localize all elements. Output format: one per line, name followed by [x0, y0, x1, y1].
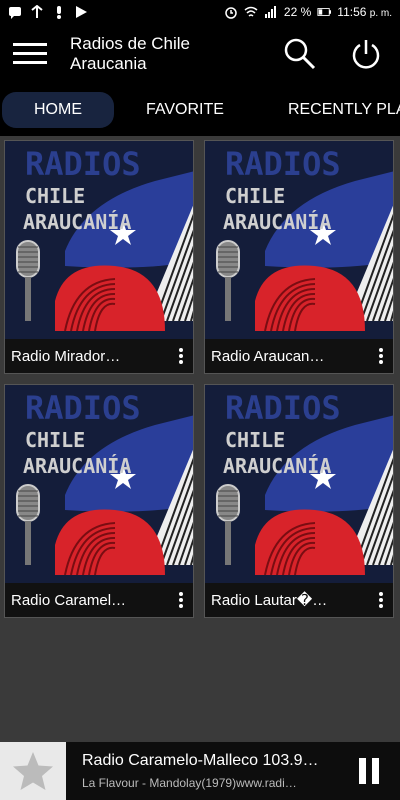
artwork-text-chile: CHILE	[225, 184, 285, 208]
artwork-text-radios: RADIOS	[225, 145, 341, 183]
clock: 11:56 p. m.	[337, 5, 392, 19]
play-store-icon	[74, 5, 88, 19]
now-playing-title: Radio Caramelo-Malleco 103.9…	[82, 752, 319, 769]
more-vert-icon	[379, 592, 383, 608]
alarm-icon	[224, 5, 238, 19]
menu-button[interactable]	[0, 24, 60, 84]
station-card[interactable]: RADIOS CHILE ARAUCANÍA Radio Lautar�…	[204, 384, 394, 618]
station-artwork: RADIOSCHILEARAUCANÍA	[5, 141, 193, 341]
transfer-icon	[30, 5, 44, 19]
station-card[interactable]: RADIOS CHILE ARAUCANÍA Radio Mirador…	[4, 140, 194, 374]
more-vert-icon	[179, 348, 183, 364]
tab-home[interactable]: HOME	[2, 92, 114, 128]
station-caption: Radio Mirador…	[5, 339, 193, 373]
artwork-text-chile: CHILE	[225, 428, 285, 452]
artwork-text-chile: CHILE	[25, 428, 85, 452]
more-options-button[interactable]	[167, 342, 193, 370]
app-bar: Radios de Chile Araucania	[0, 24, 400, 84]
tab-bar: HOME FAVORITE RECENTLY PLAYED	[0, 84, 400, 136]
station-name: Radio Araucan…	[211, 347, 325, 365]
search-icon	[284, 38, 316, 70]
station-card[interactable]: RADIOS CHILE ARAUCANÍA Radio Araucan…	[204, 140, 394, 374]
message-icon	[8, 5, 22, 19]
clock-ampm: p. m.	[369, 8, 392, 19]
page-title: Radios de Chile Araucania	[70, 34, 270, 74]
alert-icon	[52, 5, 66, 19]
artwork-text-araucania: ARAUCANÍA	[223, 210, 331, 234]
more-options-button[interactable]	[367, 342, 393, 370]
page-title-line2: Araucania	[70, 54, 147, 73]
power-button[interactable]	[348, 36, 384, 72]
more-vert-icon	[179, 592, 183, 608]
artwork-text-araucania: ARAUCANÍA	[223, 454, 331, 478]
station-name: Radio Lautar�…	[211, 592, 328, 609]
station-artwork: RADIOSCHILEARAUCANÍA	[205, 141, 393, 341]
hamburger-icon	[13, 43, 47, 64]
artwork-text-radios: RADIOS	[25, 389, 141, 427]
battery-icon	[317, 5, 332, 19]
more-options-button[interactable]	[167, 586, 193, 614]
station-card[interactable]: RADIOS CHILE ARAUCANÍA Radio Caramel…	[4, 384, 194, 618]
station-name: Radio Caramel…	[11, 591, 127, 609]
artwork-text-chile: CHILE	[25, 184, 85, 208]
station-artwork: RADIOSCHILEARAUCANÍA	[5, 385, 193, 585]
search-button[interactable]	[282, 36, 318, 72]
station-grid: RADIOS CHILE ARAUCANÍA Radio Mirador… RADI…	[4, 140, 396, 618]
station-caption: Radio Araucan…	[205, 339, 393, 373]
mini-player[interactable]: Radio Caramelo-Malleco 103.9… La Flavour…	[0, 742, 400, 800]
status-bar: 22 % 11:56 p. m.	[0, 0, 400, 24]
station-caption: Radio Lautar�…	[205, 583, 393, 617]
pause-icon	[359, 758, 379, 784]
tab-favorite[interactable]: FAVORITE	[114, 92, 256, 128]
artwork-text-radios: RADIOS	[225, 389, 341, 427]
tab-recently-played[interactable]: RECENTLY PLAYED	[256, 92, 400, 128]
signal-icon	[264, 5, 278, 19]
star-icon	[13, 752, 53, 790]
station-name: Radio Mirador…	[11, 347, 121, 365]
now-playing-subtitle: La Flavour - Mandolay(1979)www.radi…	[82, 776, 297, 790]
power-icon	[352, 40, 380, 69]
artwork-text-radios: RADIOS	[25, 145, 141, 183]
artwork-text-araucania: ARAUCANÍA	[23, 454, 131, 478]
pause-button[interactable]	[354, 756, 384, 786]
player-thumbnail	[0, 742, 66, 800]
wifi-icon	[244, 5, 258, 19]
more-options-button[interactable]	[367, 586, 393, 614]
station-caption: Radio Caramel…	[5, 583, 193, 617]
more-vert-icon	[379, 348, 383, 364]
page-title-line1: Radios de Chile	[70, 34, 191, 53]
battery-percent: 22 %	[283, 5, 312, 19]
station-artwork: RADIOSCHILEARAUCANÍA	[205, 385, 393, 585]
artwork-text-araucania: ARAUCANÍA	[23, 210, 131, 234]
clock-time: 11:56	[337, 5, 367, 19]
